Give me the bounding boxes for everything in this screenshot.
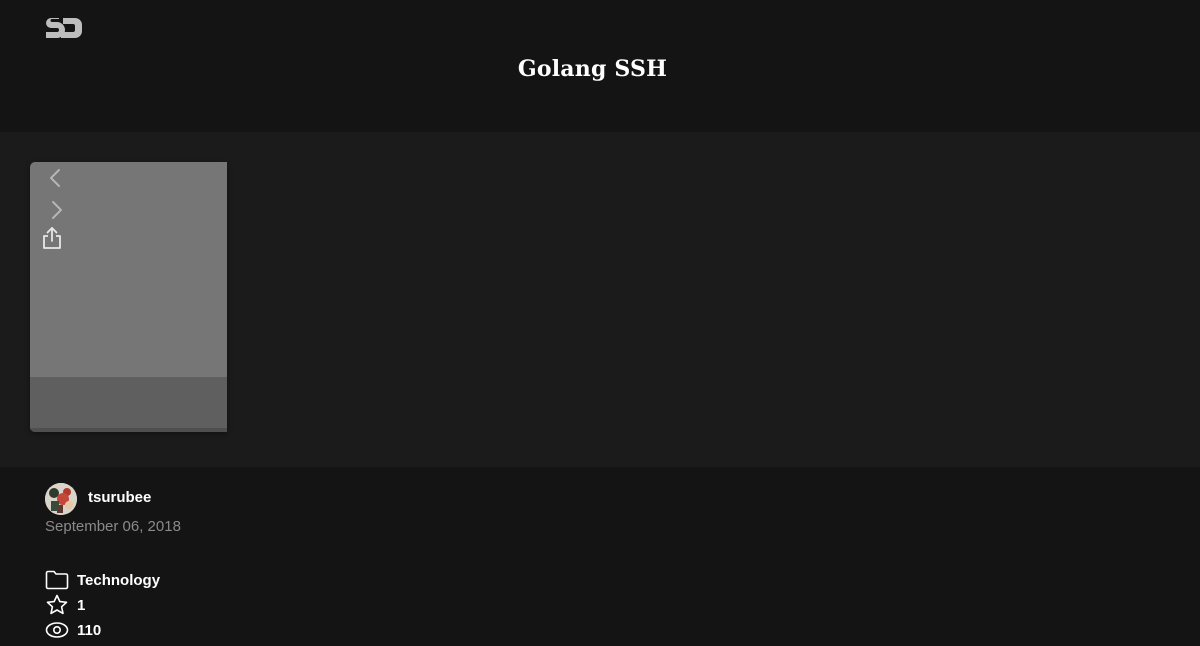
site-header: Golang SSH [0,0,1200,132]
share-icon[interactable] [41,226,63,249]
folder-icon [45,569,69,591]
slide-footer-bar [30,377,227,432]
category-label[interactable]: Technology [77,572,160,589]
slide-player [0,132,1200,467]
chevron-right-icon[interactable] [45,199,67,221]
chevron-left-icon[interactable] [45,167,67,189]
publish-date: September 06, 2018 [45,518,181,535]
speakerdeck-logo-icon[interactable] [45,16,83,40]
author-name[interactable]: tsurubee [88,489,151,506]
star-icon[interactable] [45,594,69,616]
stars-count: 1 [77,597,86,614]
category-row[interactable]: Technology [45,569,345,591]
stars-row[interactable]: 1 [45,594,345,616]
avatar[interactable] [45,483,77,515]
views-count: 110 [77,622,102,639]
deck-title: Golang SSH [517,56,668,82]
slide-viewer[interactable] [30,162,227,432]
author-row[interactable]: tsurubee [45,483,345,515]
eye-icon [45,619,69,641]
progress-track [30,428,227,432]
views-row: 110 [45,619,345,641]
